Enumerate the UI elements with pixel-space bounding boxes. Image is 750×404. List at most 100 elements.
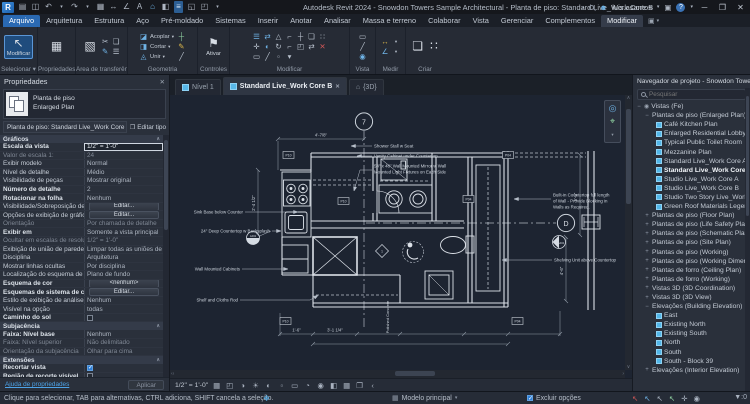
tree-item[interactable]: South	[633, 348, 745, 357]
help-icon[interactable]: ?	[676, 2, 686, 12]
tree-item-current[interactable]: Standard Live_Work Core B	[633, 166, 745, 175]
worksets-icon[interactable]	[263, 394, 270, 403]
print-icon[interactable]	[96, 1, 105, 13]
property-row[interactable]: Esquema de cor <nenhum>	[0, 279, 163, 289]
properties-help-link[interactable]: Ajuda de propriedades	[5, 381, 69, 388]
section-graficos[interactable]: Gráficos	[3, 136, 29, 143]
property-row[interactable]: Número de detalhe 2	[0, 185, 163, 195]
mirror-icon[interactable]	[263, 42, 272, 51]
tree-item[interactable]: Studio Two Story Live_Work Co	[633, 193, 745, 202]
wall-tags[interactable]: P10 P10 P04 P04 P10 P04	[279, 151, 524, 325]
text-icon[interactable]	[135, 1, 144, 13]
panel-name[interactable]: Controles	[198, 66, 229, 73]
elevation-marker[interactable]: 1	[375, 244, 389, 258]
property-row[interactable]: Localização do esquema de ... Plano de fu…	[0, 271, 163, 280]
browser-search[interactable]	[637, 89, 746, 100]
create-assembly-button[interactable]	[428, 39, 440, 54]
drawing-canvas[interactable]: 7 D 4'-7/8" 2'-4 1/2" 1'-6" 3'-1 1/4" 5'…	[170, 95, 632, 378]
grid-bubble-7[interactable]: 7	[354, 112, 374, 131]
copy-icon[interactable]	[112, 37, 121, 46]
join-button[interactable]: Unir	[139, 52, 174, 61]
detail-level-icon[interactable]	[225, 381, 234, 390]
view-tab-standard-live-work-core-b[interactable]: Standard Live_Work Core B	[222, 77, 347, 95]
rotate-icon[interactable]	[274, 42, 283, 51]
scale-icon[interactable]	[274, 32, 283, 41]
undo-dropdown-icon[interactable]	[57, 1, 66, 13]
edit-type-button[interactable]: Editar tipo	[130, 124, 166, 131]
properties-button[interactable]	[49, 39, 64, 54]
tab-modificar[interactable]: Modificar	[601, 15, 644, 27]
switch-windows-icon[interactable]	[200, 1, 209, 13]
property-row[interactable]: Exibição de união de parede Limpar todas …	[0, 245, 163, 255]
dimension-icon[interactable]	[381, 47, 390, 56]
tab-sistemas[interactable]: Sistemas	[209, 15, 251, 27]
tree-item[interactable]: +Plantas de piso (Working Dimensions	[633, 257, 745, 266]
tab-analisar[interactable]: Analisar	[318, 15, 357, 27]
panel-name[interactable]: Geometria	[128, 66, 197, 73]
select-pinned-icon[interactable]	[657, 394, 663, 403]
property-row[interactable]: Exibir modelo Normal	[0, 160, 163, 169]
collapse-icon[interactable]	[368, 381, 377, 390]
property-row[interactable]: Disciplina Arquitetura	[0, 254, 163, 263]
crop-region-icon[interactable]	[290, 381, 299, 390]
exclude-options-checkbox[interactable]	[527, 395, 533, 402]
scale-icon[interactable]	[212, 381, 221, 390]
help-menu-icon[interactable]	[690, 4, 693, 10]
tree-item[interactable]: − Elevações (Building Elevation)	[633, 302, 745, 311]
signed-in-user[interactable]: luis.asantos	[612, 3, 652, 12]
temporary-hide-isolate-icon[interactable]	[303, 381, 312, 390]
create-group-button[interactable]	[410, 39, 425, 54]
move-icon[interactable]	[252, 42, 261, 51]
visibility-icon[interactable]	[358, 52, 367, 61]
section-subjacencia[interactable]: Subjacência	[3, 323, 40, 330]
tree-item[interactable]: + Plantas de piso (Site Plan)	[633, 238, 745, 247]
tab-arquitetura[interactable]: Arquitetura	[40, 15, 88, 27]
property-row[interactable]: Estilo de exibição de análise ... Nenhum	[0, 296, 163, 306]
filter-control[interactable]: :0	[734, 394, 747, 401]
pin-icon[interactable]	[296, 42, 305, 51]
section-extensoes[interactable]: Extensões	[3, 357, 35, 364]
close-button[interactable]	[734, 3, 747, 12]
view-tab-3d[interactable]: {3D}	[348, 79, 384, 95]
design-option-selector[interactable]: Modelo principal	[392, 394, 457, 402]
property-row[interactable]: Escala da vista 1/2" = 1'-0"	[0, 143, 163, 152]
paint-icon[interactable]	[177, 42, 186, 51]
tree-item[interactable]: Mezzanine Plan	[633, 147, 745, 156]
close-icon[interactable]	[160, 78, 165, 86]
tab-estrutura[interactable]: Estrutura	[88, 15, 130, 27]
tree-item[interactable]: + Plantas de piso (Life Safety Plan)	[633, 220, 745, 229]
tree-item[interactable]: + Plantas de forro (Working)	[633, 275, 745, 284]
selection-ring-icon[interactable]	[693, 394, 700, 403]
crop-view-checkbox[interactable]	[87, 364, 93, 371]
property-row[interactable]: Visibilidade/Sobreposição de... Editar...	[0, 202, 163, 212]
collapse-icon[interactable]	[156, 136, 160, 142]
cope-button[interactable]: Acoplar	[139, 32, 174, 41]
tab-gerenciar[interactable]: Gerenciar	[495, 15, 539, 27]
constraints-icon[interactable]	[355, 381, 364, 390]
property-row[interactable]: Orientação da subjacência Olhar para cima	[0, 347, 163, 357]
measure-icon[interactable]	[109, 1, 118, 13]
view-scale[interactable]: 1/2" = 1'-0"	[175, 382, 208, 389]
tab-anotar[interactable]: Anotar	[284, 15, 318, 27]
tree-item[interactable]: Studio Live_Work Core A	[633, 175, 745, 184]
temporary-view-properties-icon[interactable]	[329, 381, 338, 390]
tab-vista[interactable]: Vista	[467, 15, 495, 27]
panel-name[interactable]: Medir	[376, 66, 405, 73]
edit-family-icon[interactable]	[274, 52, 283, 61]
paste-button[interactable]	[82, 39, 97, 54]
minimize-button[interactable]	[698, 3, 711, 12]
split-icon[interactable]	[296, 32, 305, 41]
measure-between-icon[interactable]	[381, 37, 390, 46]
tree-item[interactable]: + Plantas de piso (Floor Plan)	[633, 211, 745, 220]
trim-extend-icon[interactable]	[285, 42, 294, 51]
demolish-icon[interactable]	[177, 52, 186, 61]
drag-elements-icon[interactable]	[681, 394, 687, 403]
sun-path-checkbox[interactable]	[87, 314, 93, 321]
vertical-scrollbar[interactable]	[625, 95, 632, 370]
property-row[interactable]: Orientação Por chamada de detalhe	[0, 219, 163, 229]
restore-button[interactable]	[716, 3, 729, 12]
select-links-icon[interactable]	[632, 394, 638, 403]
section-icon[interactable]	[161, 1, 170, 13]
property-row[interactable]: Ocultar em escalas de resolu... 1/2" = 1'…	[0, 237, 163, 246]
panel-name[interactable]: Criar	[406, 66, 444, 73]
